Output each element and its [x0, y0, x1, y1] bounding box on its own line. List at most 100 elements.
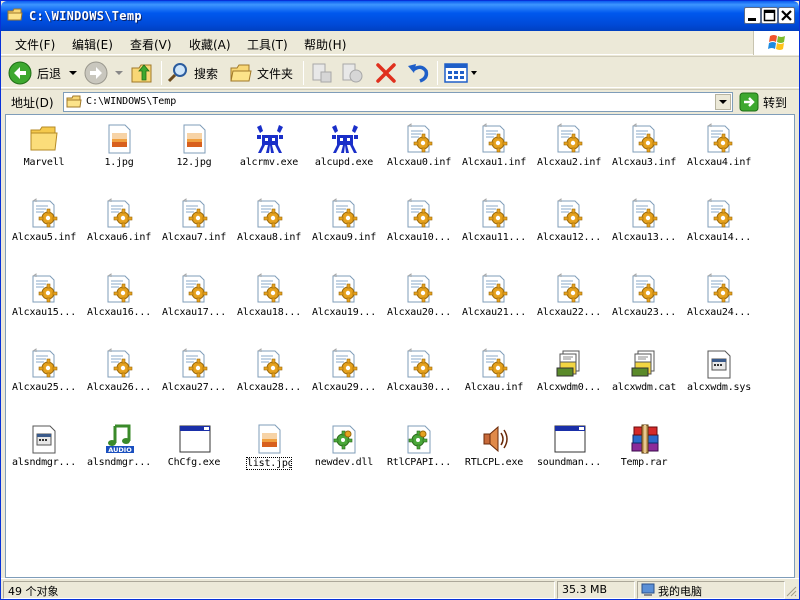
address-dropdown-button[interactable] [715, 94, 731, 110]
file-item[interactable]: Alcxau28... [232, 342, 306, 417]
file-item[interactable]: ChCfg.exe [157, 417, 231, 492]
move-to-button[interactable] [309, 59, 335, 87]
file-list-pane[interactable]: Marvell 1.jpg 12.jpg alcrmv.exe alcupd.exe Al… [5, 114, 795, 578]
go-button[interactable]: 转到 [739, 92, 787, 112]
file-item[interactable]: Alcxau2.inf [532, 117, 606, 192]
up-folder-button[interactable] [129, 59, 155, 87]
file-item[interactable]: RTLCPL.exe [457, 417, 531, 492]
file-item[interactable]: Alcxau9.inf [307, 192, 381, 267]
file-item[interactable]: Alcxau13... [607, 192, 681, 267]
file-item[interactable]: Alcxau12... [532, 192, 606, 267]
inf-gear-icon [478, 198, 510, 230]
file-item[interactable]: Alcxau15... [7, 267, 81, 342]
file-item[interactable]: Alcxau23... [607, 267, 681, 342]
file-item[interactable]: alcxwdm.cat [607, 342, 681, 417]
file-item[interactable]: 1.jpg [82, 117, 156, 192]
file-item[interactable]: Alcxau16... [82, 267, 156, 342]
file-item[interactable]: Alcxau1.inf [457, 117, 531, 192]
menu-help[interactable]: 帮助(H) [304, 36, 346, 53]
delete-button[interactable] [373, 59, 399, 87]
file-item[interactable]: Alcxau3.inf [607, 117, 681, 192]
file-name: Alcxau.inf [464, 382, 524, 393]
menu-favorites[interactable]: 收藏(A) [189, 36, 231, 53]
menu-tools[interactable]: 工具(T) [247, 36, 288, 53]
up-folder-icon [131, 64, 152, 83]
file-item[interactable]: Alcxau30... [382, 342, 456, 417]
file-item[interactable]: Alcxau19... [307, 267, 381, 342]
file-item[interactable]: Alcxau11... [457, 192, 531, 267]
file-name: Alcxau13... [611, 232, 677, 243]
close-button[interactable] [778, 7, 795, 24]
file-item[interactable]: Alcxau4.inf [682, 117, 756, 192]
file-item[interactable]: Alcxau8.inf [232, 192, 306, 267]
chevron-down-icon [115, 71, 123, 75]
file-name: Alcxau21... [461, 307, 527, 318]
folders-button[interactable]: 文件夹 [229, 59, 293, 87]
folder-icon [7, 8, 23, 21]
file-item[interactable]: Alcxau21... [457, 267, 531, 342]
winrar-books-icon [628, 423, 660, 455]
file-item[interactable]: Alcxau25... [7, 342, 81, 417]
views-button[interactable] [443, 59, 479, 87]
file-name: Alcxau11... [461, 232, 527, 243]
minimize-button[interactable] [744, 7, 761, 24]
file-item[interactable]: Alcxau17... [157, 267, 231, 342]
file-name: alsndmgr... [86, 457, 152, 468]
file-item[interactable]: Alcxau5.inf [7, 192, 81, 267]
file-item[interactable]: Alcxau.inf [457, 342, 531, 417]
address-label: 地址(D) [11, 96, 54, 110]
file-item[interactable]: list.jpg [232, 417, 306, 492]
inf-gear-icon [253, 198, 285, 230]
forward-button[interactable] [83, 59, 125, 87]
inf-gear-icon [178, 198, 210, 230]
maximize-button[interactable] [761, 7, 778, 24]
file-name: Alcxau29... [311, 382, 377, 393]
menu-view[interactable]: 查看(V) [130, 36, 172, 53]
file-item[interactable]: Marvell [7, 117, 81, 192]
file-name: Alcxau26... [86, 382, 152, 393]
toolbar-separator [303, 61, 304, 85]
views-icon [444, 63, 468, 83]
file-item[interactable]: Alcxau27... [157, 342, 231, 417]
folders-label: 文件夹 [257, 66, 294, 81]
back-button[interactable]: 后退 [7, 59, 79, 87]
resize-grip-icon[interactable] [785, 585, 797, 597]
file-name: 1.jpg [104, 157, 134, 168]
copy-to-icon [342, 63, 363, 83]
address-input[interactable]: C:\WINDOWS\Temp [63, 92, 733, 112]
copy-to-button[interactable] [339, 59, 365, 87]
toolbar-separator [161, 61, 162, 85]
file-item[interactable]: Alcxau24... [682, 267, 756, 342]
file-item[interactable]: Alcxau26... [82, 342, 156, 417]
file-item[interactable]: Alcxau6.inf [82, 192, 156, 267]
menu-edit[interactable]: 编辑(E) [72, 36, 113, 53]
file-item[interactable]: soundman... [532, 417, 606, 492]
file-item[interactable]: Alcxau10... [382, 192, 456, 267]
file-item[interactable]: RtlCPAPI... [382, 417, 456, 492]
file-item[interactable]: Alcxau20... [382, 267, 456, 342]
system-file-icon [28, 423, 60, 455]
file-item[interactable]: alcrmv.exe [232, 117, 306, 192]
file-item[interactable]: 12.jpg [157, 117, 231, 192]
file-item[interactable]: Alcxau14... [682, 192, 756, 267]
file-name: Alcxau10... [386, 232, 452, 243]
file-item[interactable]: Alcxwdm0... [532, 342, 606, 417]
file-item[interactable]: AUDIO alsndmgr... [82, 417, 156, 492]
inf-gear-icon [703, 273, 735, 305]
menu-file[interactable]: 文件(F) [15, 36, 55, 53]
image-icon [253, 423, 285, 455]
file-item[interactable]: Alcxau0.inf [382, 117, 456, 192]
file-item[interactable]: newdev.dll [307, 417, 381, 492]
search-button[interactable]: 搜索 [166, 59, 218, 87]
file-item[interactable]: Alcxau7.inf [157, 192, 231, 267]
file-item[interactable]: Alcxau29... [307, 342, 381, 417]
file-item[interactable]: alcxwdm.sys [682, 342, 756, 417]
undo-button[interactable] [405, 59, 431, 87]
title-bar[interactable]: C:\WINDOWS\Temp [1, 1, 799, 31]
file-item[interactable]: Alcxau18... [232, 267, 306, 342]
inf-gear-icon [628, 123, 660, 155]
file-item[interactable]: Alcxau22... [532, 267, 606, 342]
file-item[interactable]: alsndmgr... [7, 417, 81, 492]
file-item[interactable]: Temp.rar [607, 417, 681, 492]
file-item[interactable]: alcupd.exe [307, 117, 381, 192]
